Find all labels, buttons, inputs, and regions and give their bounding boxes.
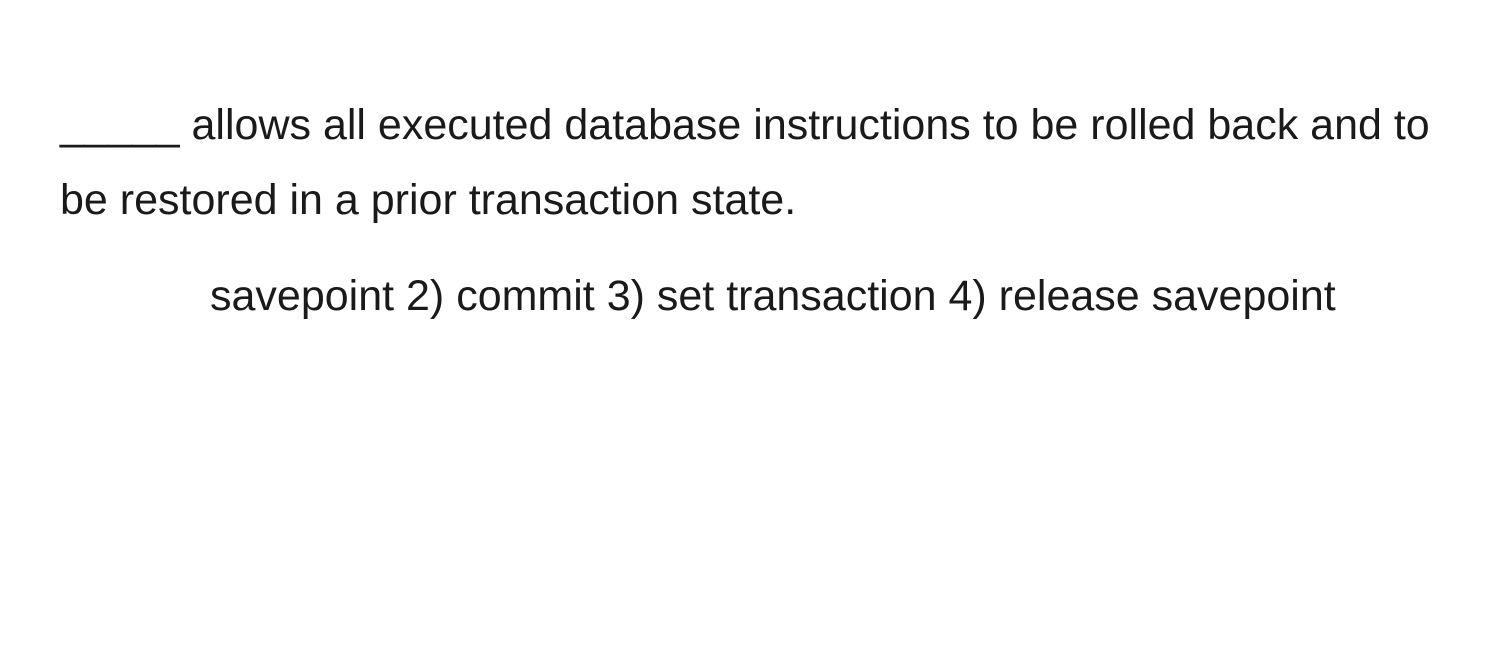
question-options: savepoint 2) commit 3) set transaction 4… [60, 259, 1440, 334]
question-text: _____ allows all executed database instr… [60, 88, 1440, 239]
